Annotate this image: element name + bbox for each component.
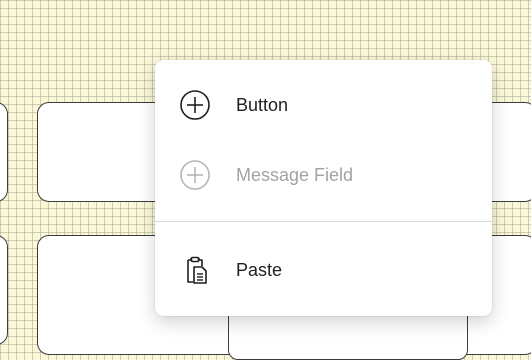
menu-item-label: Paste bbox=[236, 259, 283, 280]
menu-item-button[interactable]: Button bbox=[155, 75, 492, 135]
menu-item-label: Button bbox=[236, 94, 289, 115]
add-circle-icon bbox=[178, 158, 212, 192]
menu-item-label: Message Field bbox=[236, 164, 354, 185]
add-circle-icon bbox=[178, 88, 212, 122]
clipboard-paste-icon bbox=[178, 253, 212, 287]
context-menu: Button Message Field Paste bbox=[155, 60, 492, 316]
menu-item-paste[interactable]: Paste bbox=[155, 240, 492, 300]
canvas-panel-left-top[interactable] bbox=[0, 102, 8, 202]
menu-divider bbox=[155, 221, 492, 222]
menu-item-message-field: Message Field bbox=[155, 145, 492, 205]
